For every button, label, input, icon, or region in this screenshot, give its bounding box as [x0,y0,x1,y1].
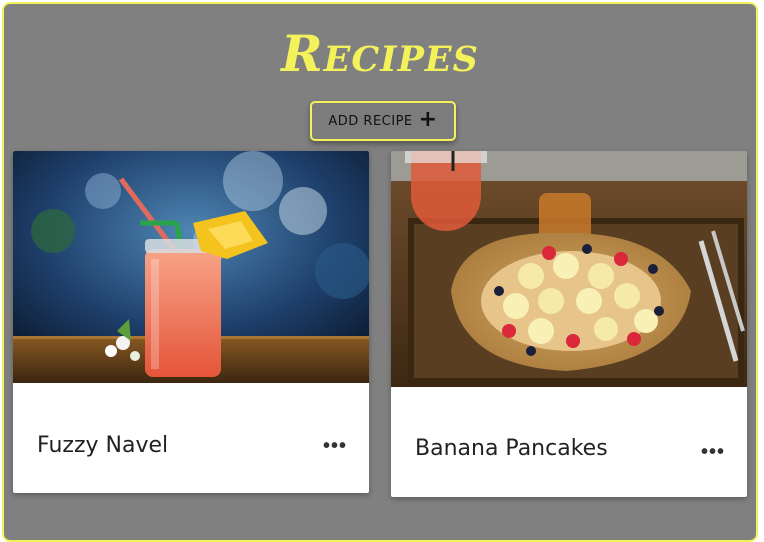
recipe-name: Fuzzy Navel [37,433,169,458]
recipe-card[interactable]: Banana Pancakes ••• [391,151,747,497]
more-horizontal-icon[interactable]: ••• [695,438,731,466]
page-title: Recipes [281,24,479,83]
more-horizontal-icon[interactable]: ••• [317,432,353,460]
recipe-card[interactable]: Fuzzy Navel ••• [13,151,369,493]
recipe-photo-pancakes [391,151,747,387]
recipe-photo-drink [13,151,369,383]
recipe-name: Banana Pancakes [415,436,608,461]
add-recipe-label: ADD RECIPE [328,113,413,129]
add-recipe-button[interactable]: ADD RECIPE + [310,101,456,141]
plus-icon: + [418,106,438,132]
